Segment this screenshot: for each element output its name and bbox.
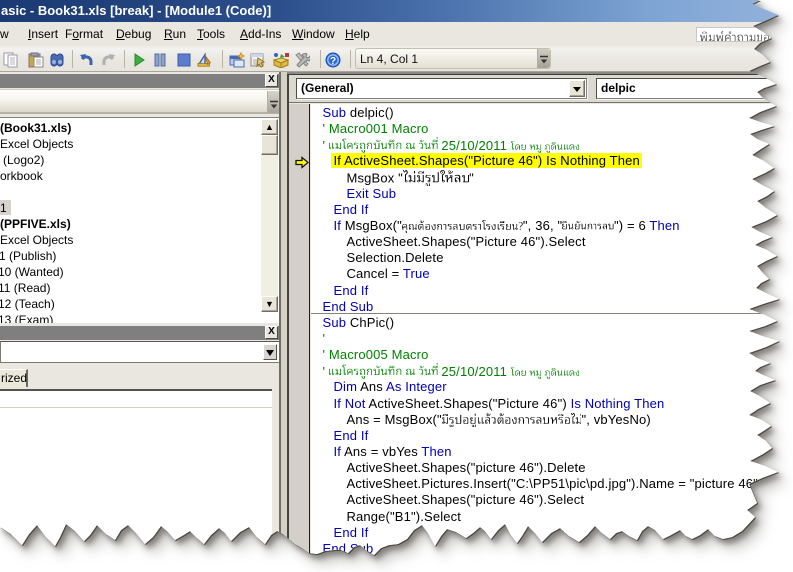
svg-text:?: ? — [330, 56, 336, 67]
